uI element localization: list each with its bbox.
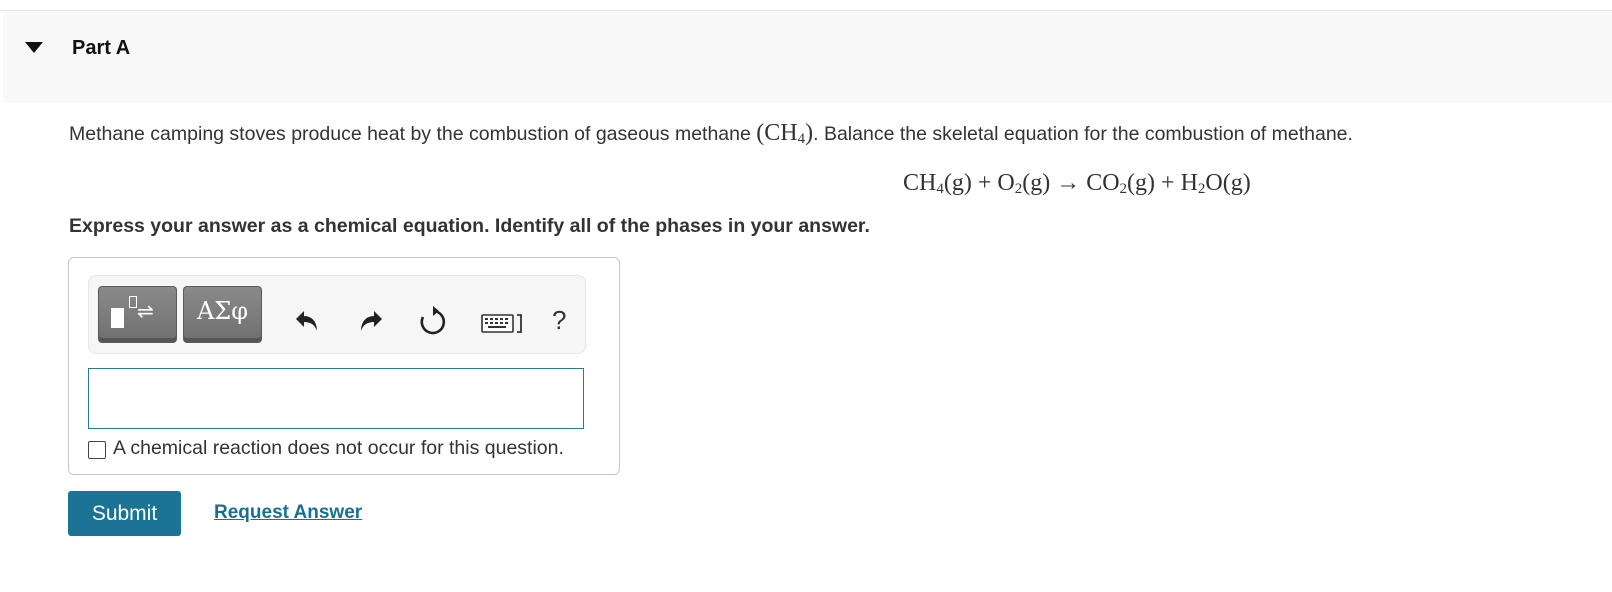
symbols-button[interactable]: ΑΣφ	[183, 286, 262, 343]
submit-button[interactable]: Submit	[68, 491, 181, 536]
symbols-label: ΑΣφ	[196, 297, 249, 325]
answer-instruction: Express your answer as a chemical equati…	[69, 215, 870, 237]
request-answer-link[interactable]: Request Answer	[214, 502, 362, 524]
methane-formula: (CH4)	[756, 120, 814, 147]
caret-down-icon[interactable]	[25, 42, 43, 53]
templates-button[interactable]: ⇌	[98, 286, 177, 343]
reset-icon[interactable]	[418, 303, 448, 337]
no-reaction-label[interactable]: A chemical reaction does not occur for t…	[113, 437, 564, 460]
part-title: Part A	[72, 37, 131, 59]
no-reaction-checkbox[interactable]	[88, 441, 106, 459]
answer-input[interactable]	[88, 368, 584, 429]
part-header[interactable]	[3, 11, 1612, 103]
skeletal-equation: CH4(g) + O2(g) → CO2(g) + H2O(g)	[903, 170, 1251, 197]
help-button[interactable]: ?	[552, 305, 566, 336]
question-text-after: . Balance the skeletal equation for the …	[813, 123, 1353, 145]
redo-icon[interactable]	[356, 303, 386, 337]
keyboard-icon[interactable]	[480, 303, 528, 337]
question-text: Methane camping stoves produce heat by t…	[69, 119, 1353, 153]
question-text-before: Methane camping stoves produce heat by t…	[69, 123, 751, 145]
undo-icon[interactable]	[292, 303, 322, 337]
